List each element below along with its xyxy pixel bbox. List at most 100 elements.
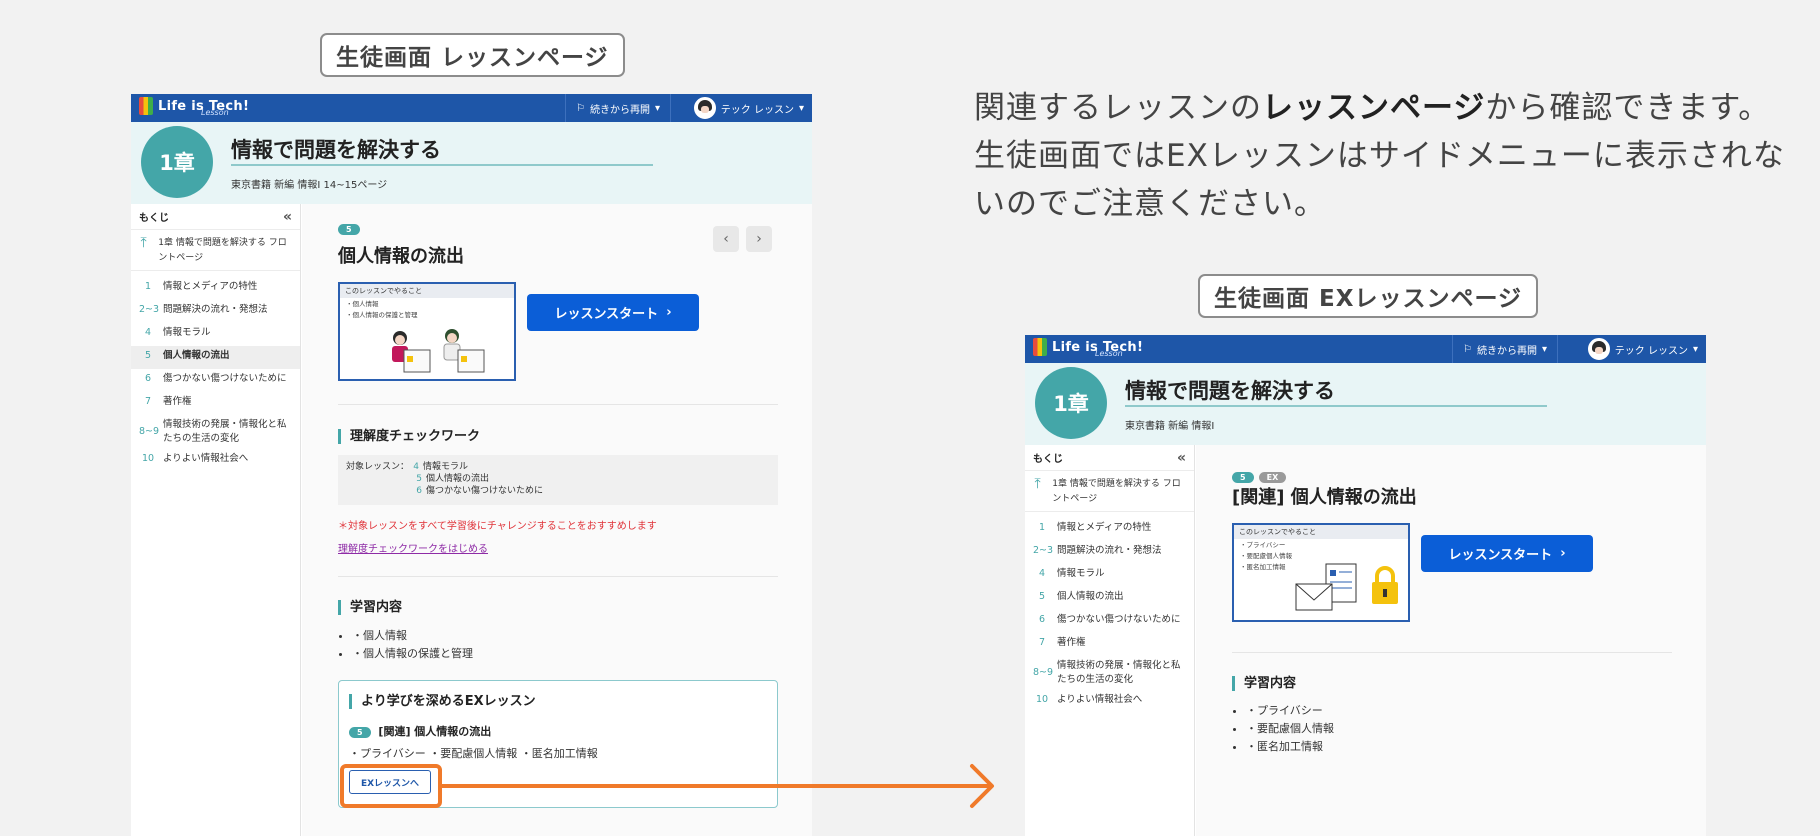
next-lesson-button[interactable]: › <box>746 226 772 252</box>
divider <box>1232 652 1672 653</box>
user-menu[interactable]: テック レッスン ▾ <box>693 94 804 122</box>
check-work-title: 理解度チェックワーク <box>338 429 480 444</box>
top-bar: Life is Tech! Lesson ⚐ 続きから再開 ▾ テック レッスン… <box>1025 335 1706 363</box>
collapse-icon[interactable]: « <box>283 209 292 225</box>
sidebar-item-4[interactable]: 4 情報モラル <box>131 323 300 346</box>
chevron-right-icon: › <box>1560 546 1566 561</box>
logo-icon <box>139 97 153 115</box>
lesson-number-badge: 5 <box>338 224 360 235</box>
learning-content-title: 学習内容 <box>338 600 402 615</box>
caret-down-icon: ▾ <box>654 102 660 114</box>
sidebar-item-1[interactable]: 1 情報とメディアの特性 <box>131 277 300 300</box>
main-content: 5 個人情報の流出 ‹ › このレッスンでやること ・個人情報 ・個人情報の保護… <box>302 204 812 836</box>
sidebar-item-7[interactable]: 7 著作権 <box>131 392 300 415</box>
textbook-reference: 東京書籍 新編 情報Ⅰ <box>1125 421 1215 432</box>
divider <box>338 576 778 577</box>
lesson-start-button[interactable]: レッスンスタート › <box>527 294 699 331</box>
learning-content-list: ・プライバシー ・要配慮個人情報 ・匿名加工情報 <box>1232 702 1334 756</box>
caption-ex-lesson-page: 生徒画面 EXレッスンページ <box>1198 274 1538 318</box>
list-item: ・個人情報の保護と管理 <box>352 645 473 663</box>
lesson-thumbnail[interactable]: このレッスンでやること ・個人情報 ・個人情報の保護と管理 <box>338 282 516 381</box>
sidebar-item-6[interactable]: 6 傷つかない傷つけないために <box>1025 610 1194 633</box>
lesson-thumbnail[interactable]: このレッスンでやること ・プライバシー ・要配慮個人情報 ・匿名加工情報 <box>1232 523 1410 622</box>
ex-lesson-page-screenshot: Life is Tech! Lesson ⚐ 続きから再開 ▾ テック レッスン… <box>1025 335 1706 836</box>
chapter-title: 情報で問題を解決する <box>1125 379 1335 403</box>
students-illustration-icon <box>392 329 485 373</box>
sidebar-item-2-3[interactable]: 2~3 問題解決の流れ・発想法 <box>1025 541 1194 564</box>
logo-sub: Lesson <box>1095 349 1123 358</box>
list-item: ・プライバシー <box>1246 702 1334 720</box>
avatar <box>1587 338 1610 360</box>
logo-sub: Lesson <box>201 108 229 117</box>
sidebar-item-10[interactable]: 10 よりよい情報社会へ <box>131 449 300 472</box>
list-item: ・匿名加工情報 <box>1246 738 1334 756</box>
top-bar: Life is Tech! Lesson ⚐ 続きから再開 ▾ テック レッスン… <box>131 94 812 122</box>
learning-content-title: 学習内容 <box>1232 676 1296 691</box>
recommendation-warning: ＊対象レッスンをすべて学習後にチャレンジすることをおすすめします <box>338 521 657 532</box>
flag-icon: ⚐ <box>1463 343 1472 355</box>
sidebar-item-4[interactable]: 4 情報モラル <box>1025 564 1194 587</box>
sidebar: もくじ « ⤒ 1章 情報で問題を解決する フロントページ 1 情報とメディアの特… <box>131 204 301 836</box>
privacy-illustration-icon <box>1295 563 1398 611</box>
chapter-header: 1章 情報で問題を解決する 東京書籍 新編 情報Ⅰ <box>1025 363 1706 445</box>
learning-content-list: ・個人情報 ・個人情報の保護と管理 <box>338 627 473 663</box>
avatar <box>693 97 716 119</box>
caption-lesson-page: 生徒画面 レッスンページ <box>320 33 625 77</box>
chapter-title-underline <box>1125 405 1547 407</box>
chapter-title: 情報で問題を解決する <box>231 138 441 162</box>
resume-button[interactable]: ⚐ 続きから再開 ▾ <box>565 94 671 122</box>
textbook-reference: 東京書籍 新編 情報Ⅰ 14~15ページ <box>231 180 388 191</box>
sidebar-item-front-page[interactable]: ⤒ 1章 情報で問題を解決する フロントページ <box>131 230 300 271</box>
caret-down-icon: ▾ <box>798 102 804 114</box>
caret-down-icon: ▾ <box>1541 343 1547 355</box>
sidebar-item-7[interactable]: 7 著作権 <box>1025 633 1194 656</box>
arrow-up-icon: ⤒ <box>140 235 147 251</box>
ex-badge: EX <box>1258 472 1287 483</box>
caret-down-icon: ▾ <box>1692 343 1698 355</box>
ex-button-highlight <box>340 764 442 808</box>
main-content: 5 EX [関連] 個人情報の流出 このレッスンでやること ・プライバシー ・要… <box>1196 445 1706 836</box>
target-lessons-box: 対象レッスン： 4 情報モラル 5 個人情報の流出 6 傷つかない傷つけないために <box>338 455 778 505</box>
sidebar-item-10[interactable]: 10 よりよい情報社会へ <box>1025 690 1194 713</box>
lesson-title: 個人情報の流出 <box>338 246 464 267</box>
ex-lesson-number-badge: 5 <box>349 727 371 738</box>
sidebar-item-5[interactable]: 5 個人情報の流出 <box>1025 587 1194 610</box>
lesson-badges: 5 EX <box>1232 465 1287 484</box>
sidebar-item-5[interactable]: 5 個人情報の流出 <box>131 346 300 369</box>
arrow-up-icon: ⤒ <box>1034 476 1041 492</box>
lesson-page-screenshot: Life is Tech! Lesson ⚐ 続きから再開 ▾ テック レッスン… <box>131 94 812 836</box>
resume-button[interactable]: ⚐ 続きから再開 ▾ <box>1452 335 1558 363</box>
sidebar-item-1[interactable]: 1 情報とメディアの特性 <box>1025 518 1194 541</box>
sidebar-item-8-9[interactable]: 8~9 情報技術の発展・情報化と私たちの生活の変化 <box>1025 656 1194 690</box>
chevron-right-icon: › <box>666 305 672 320</box>
sidebar: もくじ « ⤒ 1章 情報で問題を解決する フロントページ 1 情報とメディアの特… <box>1025 445 1195 836</box>
logo[interactable]: Life is Tech! <box>139 97 249 115</box>
ex-lesson-row[interactable]: 5 [関連] 個人情報の流出 <box>349 723 491 739</box>
lesson-number-badge: 5 <box>1232 472 1254 483</box>
chapter-badge: 1章 <box>1035 367 1107 439</box>
logo[interactable]: Life is Tech! <box>1033 338 1143 356</box>
flag-icon: ⚐ <box>576 102 585 114</box>
ex-panel-title: より学びを深めるEXレッスン <box>349 694 536 709</box>
sidebar-header: もくじ « <box>1025 445 1194 471</box>
chapter-badge: 1章 <box>141 126 213 198</box>
sidebar-item-front-page[interactable]: ⤒ 1章 情報で問題を解決する フロントページ <box>1025 471 1194 512</box>
logo-icon <box>1033 338 1047 356</box>
sidebar-item-2-3[interactable]: 2~3 問題解決の流れ・発想法 <box>131 300 300 323</box>
start-check-work-link[interactable]: 理解度チェックワークをはじめる <box>338 540 488 555</box>
description-text: 関連するレッスンのレッスンページから確認できます。生徒画面ではEXレッスンはサイ… <box>974 90 1785 222</box>
chevron-right-icon: › <box>756 231 762 247</box>
pointer-arrow-icon <box>438 764 994 808</box>
sidebar-header: もくじ « <box>131 204 300 230</box>
chevron-left-icon: ‹ <box>723 231 729 247</box>
chapter-title-underline <box>231 164 653 166</box>
list-item: ・要配慮個人情報 <box>1246 720 1334 738</box>
user-menu[interactable]: テック レッスン ▾ <box>1587 335 1698 363</box>
collapse-icon[interactable]: « <box>1177 450 1186 466</box>
sidebar-item-6[interactable]: 6 傷つかない傷つけないために <box>131 369 300 392</box>
sidebar-item-8-9[interactable]: 8~9 情報技術の発展・情報化と私たちの生活の変化 <box>131 415 300 449</box>
lesson-start-button[interactable]: レッスンスタート › <box>1421 535 1593 572</box>
divider <box>338 404 778 405</box>
prev-lesson-button[interactable]: ‹ <box>713 226 739 252</box>
lesson-title: [関連] 個人情報の流出 <box>1232 487 1417 508</box>
